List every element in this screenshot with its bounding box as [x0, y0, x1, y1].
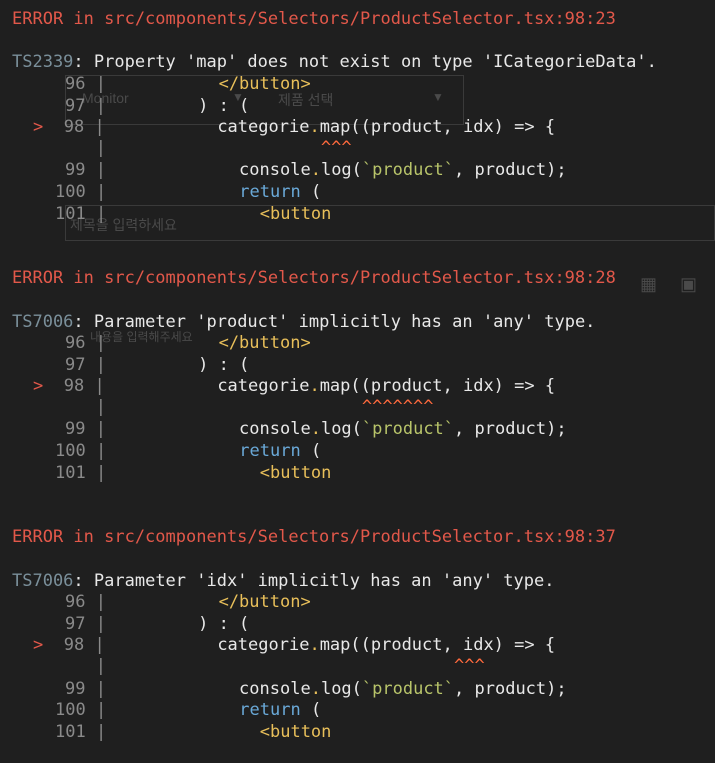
chevron-down-icon: ▼ — [432, 90, 444, 104]
snippet-line-96: 96 | </button> — [65, 592, 311, 612]
snippet-marker-row-2: | ^^^^^^^ — [95, 397, 434, 417]
table-icon: ▦ — [640, 274, 658, 294]
error-code-3: TS7006 — [12, 571, 74, 591]
snippet-line-100: 100 | return ( — [55, 700, 322, 720]
snippet-line-96: 96 | </button> — [65, 74, 311, 94]
image-icon: ▣ — [680, 274, 698, 294]
error-message-row-2: TS7006: Parameter 'product' implicitly h… — [12, 312, 596, 332]
snippet-line-97: 97 | ) : ( — [65, 355, 250, 375]
snippet-line-96: 96 | </button> — [65, 333, 311, 353]
error-message-2: Parameter 'product' implicitly has an 'a… — [93, 312, 596, 332]
error-message-row-1: TS2339: Property 'map' does not exist on… — [12, 52, 657, 72]
terminal-error-overlay: { "background_ui": { "select_left": "Mon… — [0, 0, 715, 763]
error-message-3: Parameter 'idx' implicitly has an 'any' … — [93, 571, 555, 591]
snippet-line-97: 97 | ) : ( — [65, 614, 250, 634]
error-code-1: TS2339 — [12, 52, 74, 72]
snippet-line-101: 101 | <button — [55, 204, 332, 224]
snippet-line-101: 101 | <button — [55, 722, 332, 742]
snippet-line-98: > 98 | categorie.map((product, idx) => { — [33, 117, 556, 137]
snippet-marker-row-3: | ^^^ — [95, 656, 485, 676]
snippet-line-101: 101 | <button — [55, 463, 332, 483]
error-code-2: TS7006 — [12, 312, 74, 332]
snippet-line-99: 99 | console.log(`product`, product); — [65, 419, 567, 439]
snippet-line-100: 100 | return ( — [55, 182, 322, 202]
snippet-marker-row-1: | ^^^ — [95, 138, 352, 158]
snippet-line-99: 99 | console.log(`product`, product); — [65, 160, 567, 180]
error-header-3: ERROR in src/components/Selectors/Produc… — [12, 527, 616, 547]
error-message-1: Property 'map' does not exist on type 'I… — [93, 52, 657, 72]
snippet-line-98: > 98 | categorie.map((product, idx) => { — [33, 376, 556, 396]
snippet-line-100: 100 | return ( — [55, 441, 322, 461]
snippet-line-99: 99 | console.log(`product`, product); — [65, 679, 567, 699]
error-message-row-3: TS7006: Parameter 'idx' implicitly has a… — [12, 571, 555, 591]
error-header-1: ERROR in src/components/Selectors/Produc… — [12, 9, 616, 29]
snippet-line-98: > 98 | categorie.map((product, idx) => { — [33, 635, 556, 655]
error-header-2: ERROR in src/components/Selectors/Produc… — [12, 268, 616, 288]
snippet-line-97: 97 | ) : ( — [65, 96, 250, 116]
